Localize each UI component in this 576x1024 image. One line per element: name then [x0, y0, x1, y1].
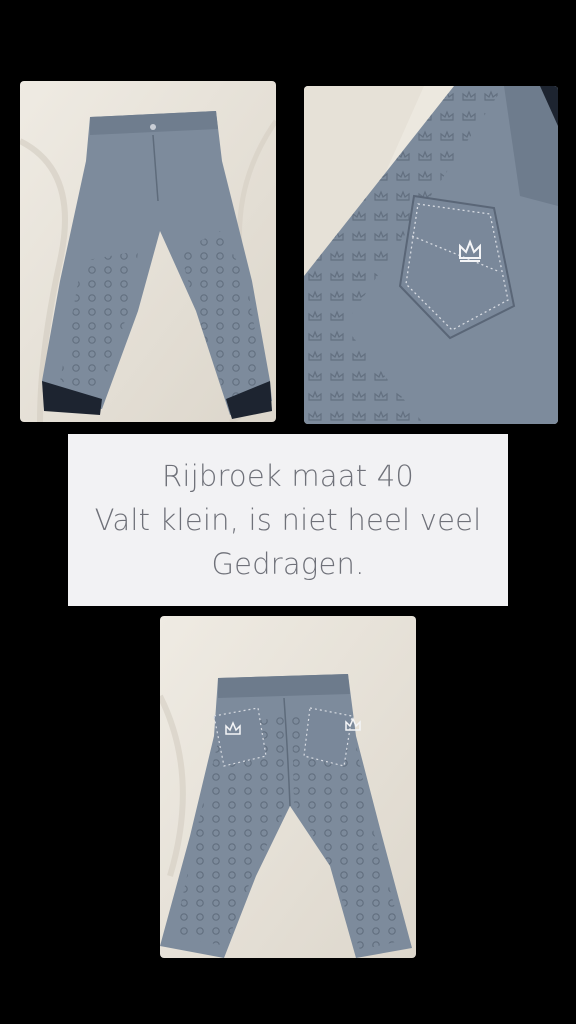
story-caption-box: Rijbroek maat 40 Valt klein, is niet hee… — [68, 434, 508, 606]
breeches-front-image — [20, 81, 276, 422]
breeches-pocket-image — [304, 86, 558, 424]
breeches-back-photo — [160, 616, 416, 958]
breeches-front-photo — [20, 81, 276, 422]
breeches-back-image — [160, 616, 416, 958]
caption-line-3: Gedragen. — [211, 547, 365, 581]
breeches-pocket-photo — [304, 86, 558, 424]
caption-line-2: Valt klein, is niet heel veel — [94, 503, 482, 537]
caption-line-1: Rijbroek maat 40 — [161, 459, 415, 493]
